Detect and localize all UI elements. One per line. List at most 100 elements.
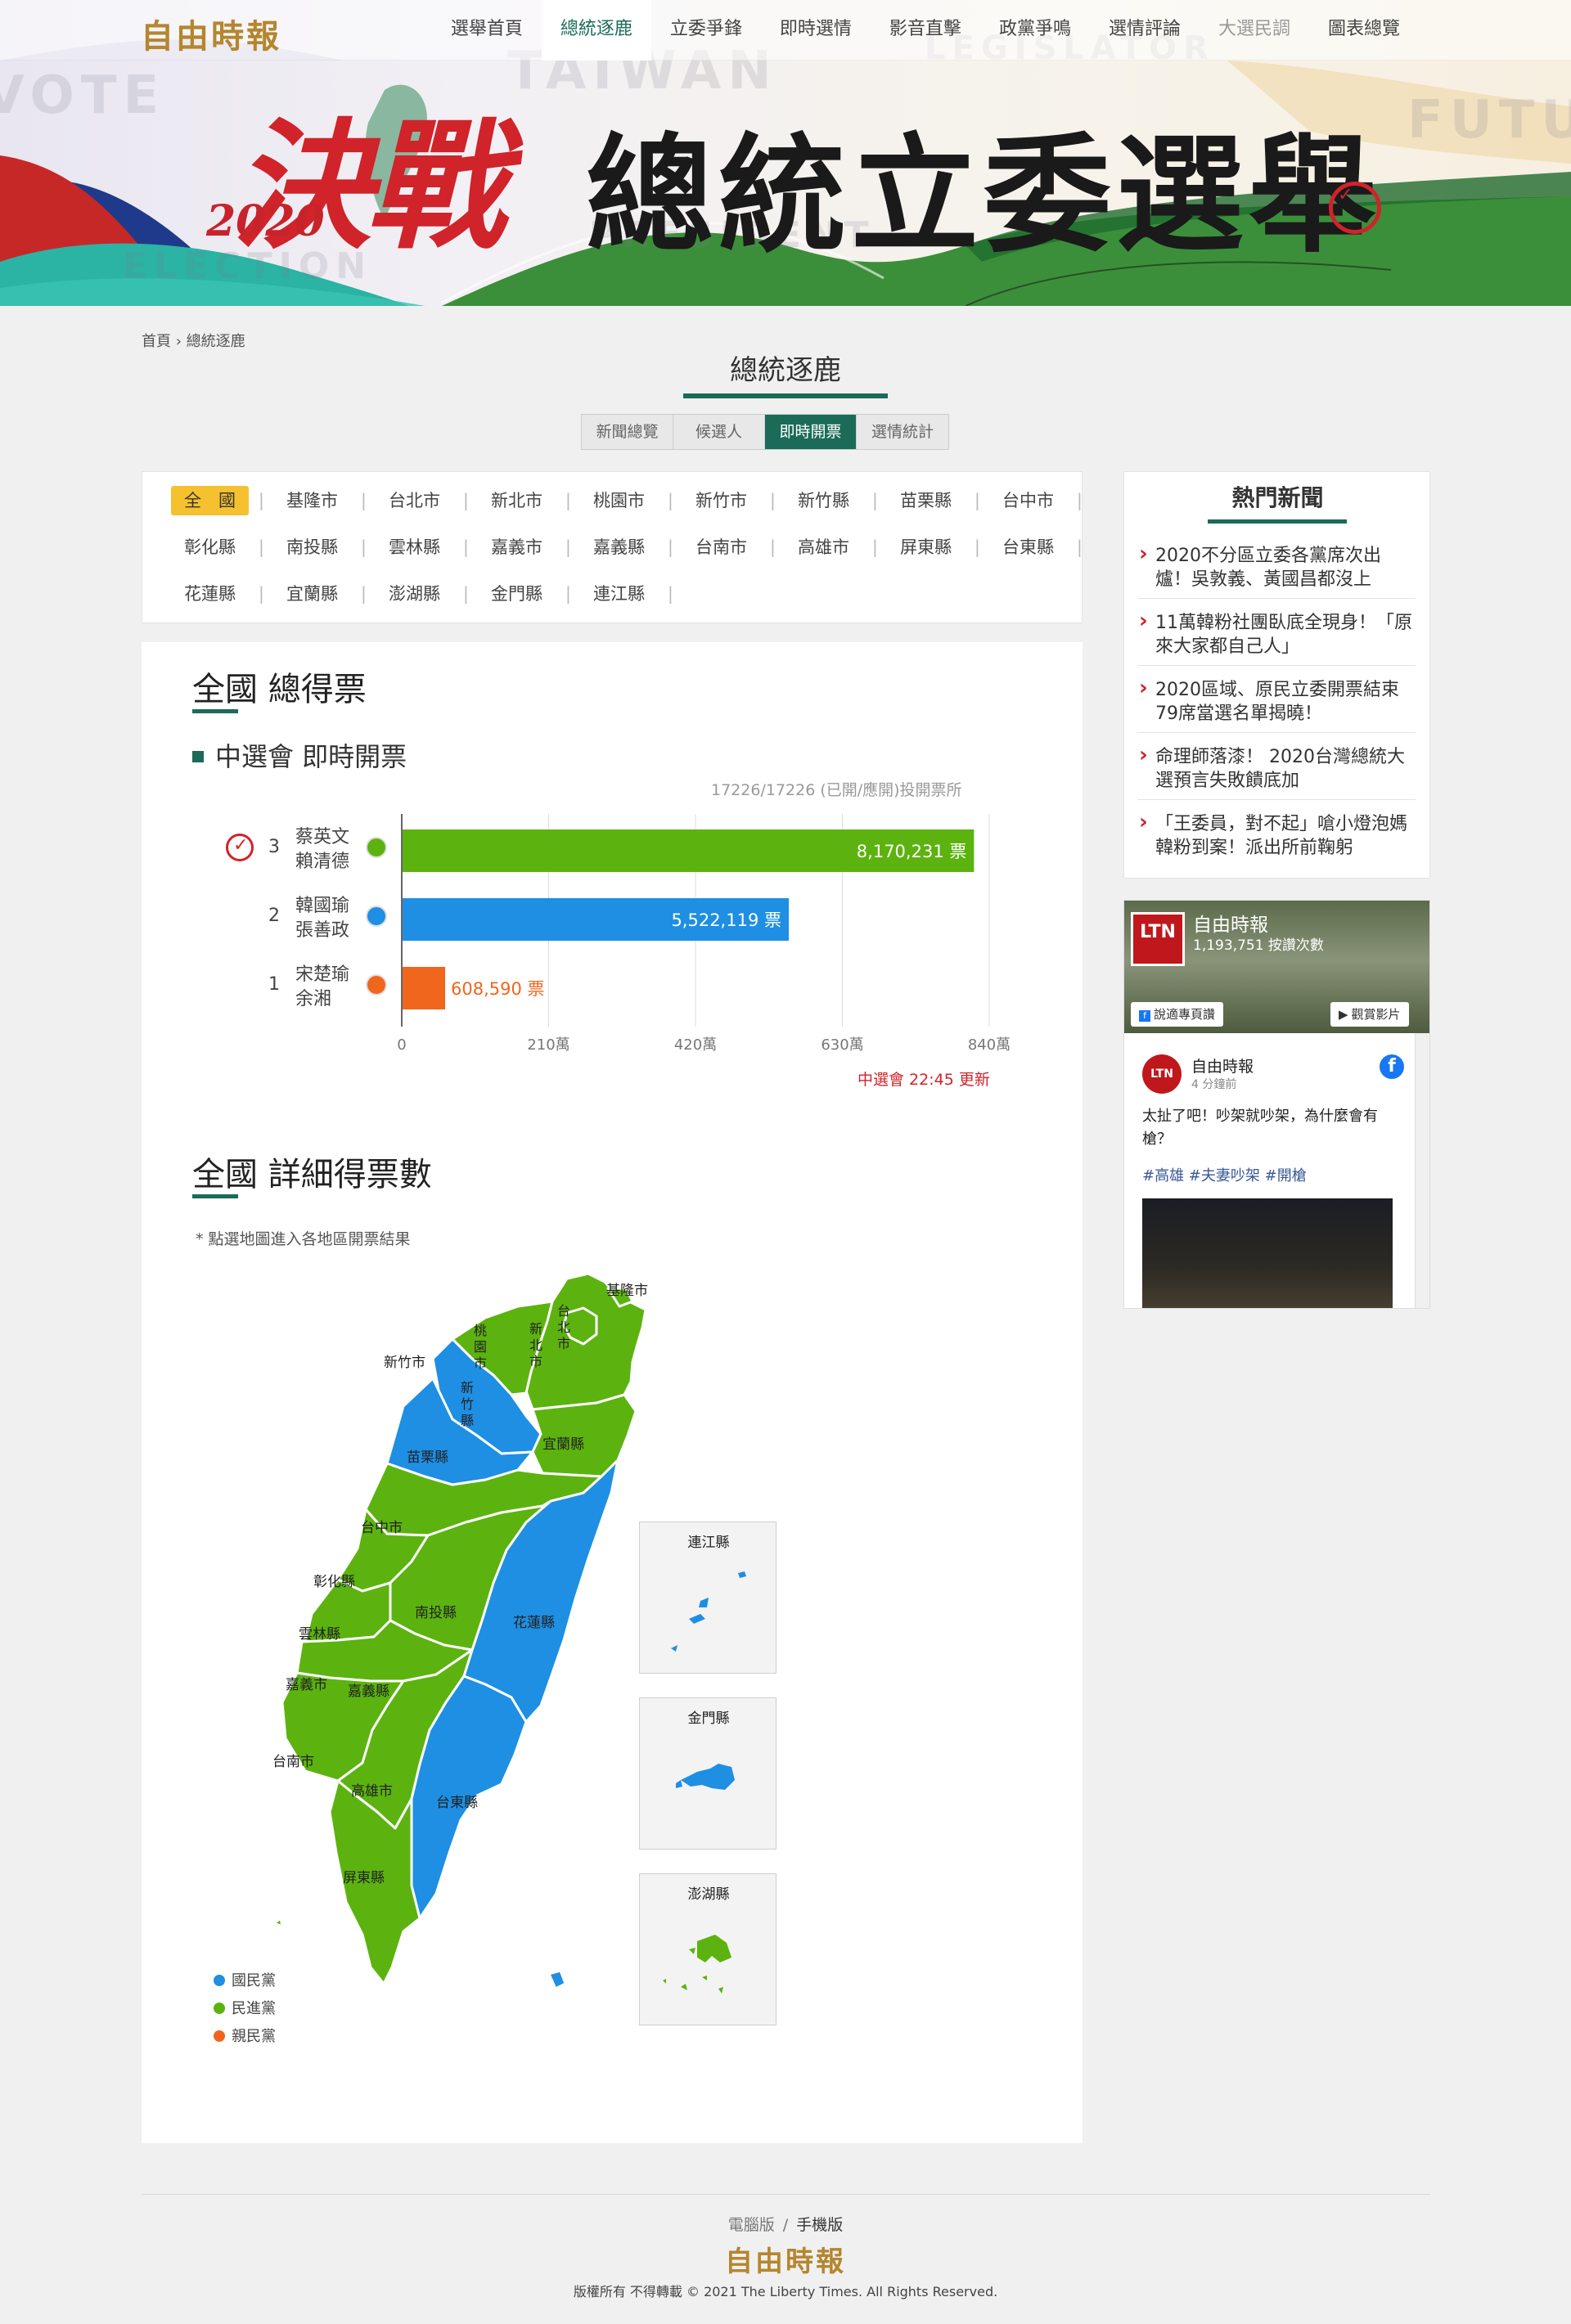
- nav-item[interactable]: 圖表總覽: [1309, 0, 1419, 61]
- map-label[interactable]: 屏東縣: [343, 1866, 385, 1886]
- map-label[interactable]: 宜蘭縣: [542, 1432, 584, 1453]
- fb-post: LTN 自由時報 4 分鐘前 f 太扯了吧！吵架就吵架，為什麼會有槍？ #高雄 …: [1142, 1046, 1404, 1308]
- hot-news-item[interactable]: 11萬韓粉社團臥底全現身！「原來大家都自己人」: [1137, 609, 1416, 666]
- map-label[interactable]: 嘉義縣: [348, 1679, 389, 1700]
- footer-logo[interactable]: 自由時報: [0, 2239, 1571, 2279]
- region-label: 全 國: [171, 486, 249, 515]
- map-label[interactable]: 台南市: [272, 1750, 314, 1770]
- map-label[interactable]: 彰化縣: [313, 1570, 355, 1590]
- site-logo[interactable]: 自由時報: [141, 10, 281, 57]
- region-label: 新竹市: [695, 491, 747, 510]
- map-label[interactable]: 台東縣: [436, 1791, 478, 1811]
- nav-item[interactable]: 影音直擊: [871, 0, 980, 61]
- map-island-lanyu[interactable]: [547, 1969, 567, 1990]
- hero-year: 2020: [206, 196, 325, 246]
- region-option[interactable]: 連江縣: [568, 575, 673, 613]
- hero-banner: VOTE TAIWAN LEGISLATOR FUTU PRESIDENT EL…: [0, 0, 1571, 306]
- nav-item[interactable]: 立委爭鋒: [651, 0, 761, 61]
- inset-penghu[interactable]: 澎湖縣: [639, 1873, 776, 2025]
- results-card: 全國 總得票 中選會 即時開票 17226/17226 (已開/應開)投開票所 …: [142, 642, 1083, 2143]
- region-label: 台中市: [1002, 491, 1054, 510]
- fb-post-text: 太扯了吧！吵架就吵架，為什麼會有槍？: [1142, 1108, 1378, 1148]
- region-label: 台南市: [695, 537, 747, 557]
- map-label[interactable]: 嘉義市: [286, 1673, 327, 1693]
- inset-kinmen[interactable]: 金門縣: [639, 1697, 776, 1850]
- region-option[interactable]: 彰化縣: [159, 528, 264, 566]
- map-label[interactable]: 苗栗縣: [407, 1445, 448, 1466]
- region-option[interactable]: 基隆市: [261, 482, 367, 519]
- vote-stamp-icon: [1329, 182, 1381, 234]
- fb-post-page-name[interactable]: 自由時報: [1191, 1054, 1254, 1077]
- map-label[interactable]: 基隆市: [606, 1279, 648, 1299]
- top-navbar: 自由時報 選舉首頁 總統逐鹿 立委爭鋒 即時選情 影音直擊 政黨爭鳴 選情評論 大選民調 圖表總…: [0, 0, 1571, 61]
- map-label[interactable]: 南投縣: [415, 1601, 457, 1621]
- region-label: 嘉義縣: [593, 537, 645, 557]
- region-row: 彰化縣 南投縣 雲林縣 嘉義市 嘉義縣 台南市 高雄市 屏東縣 台東縣: [159, 528, 1083, 566]
- hot-news-item[interactable]: 「王委員，對不起」嗆小燈泡媽韓粉到案！派出所前鞠躬: [1137, 811, 1416, 866]
- inset-lienchiang[interactable]: 連江縣: [639, 1522, 776, 1674]
- nav-item[interactable]: 選舉首頁: [432, 0, 542, 61]
- region-option[interactable]: 金門縣: [466, 575, 571, 613]
- fb-page-name[interactable]: 自由時報: [1193, 909, 1268, 937]
- facebook-icon[interactable]: f: [1380, 1054, 1404, 1079]
- region-option[interactable]: 全 國: [159, 482, 264, 519]
- tab-1[interactable]: 候選人: [673, 415, 765, 449]
- region-label: 基隆市: [286, 491, 338, 510]
- region-option[interactable]: 台南市: [670, 528, 776, 566]
- region-option[interactable]: 新竹市: [670, 482, 776, 519]
- region-option[interactable]: 雲林縣: [363, 528, 469, 566]
- region-option[interactable]: 屏東縣: [875, 528, 980, 566]
- region-label: 花蓮縣: [184, 584, 236, 604]
- region-option[interactable]: 花蓮縣: [159, 575, 264, 613]
- legend-label: 親民黨: [232, 2028, 276, 2045]
- desktop-version-link[interactable]: 電腦版: [728, 2216, 775, 2234]
- fb-scrollbar[interactable]: [1415, 1033, 1429, 1308]
- region-option[interactable]: 嘉義縣: [568, 528, 673, 566]
- nav-item[interactable]: 大選民調: [1200, 0, 1309, 61]
- tab-0[interactable]: 新聞總覽: [582, 415, 673, 449]
- region-option[interactable]: 台東縣: [977, 528, 1083, 566]
- nav-item[interactable]: 政黨爭鳴: [980, 0, 1090, 61]
- fb-watch-video-button[interactable]: ▶ 觀賞影片: [1330, 1002, 1409, 1027]
- map-island-liuqiu[interactable]: [272, 1917, 284, 1928]
- legend-item: 民進黨: [214, 1997, 276, 2018]
- region-option[interactable]: 新北市: [466, 482, 571, 519]
- tab-3[interactable]: 選情統計: [857, 415, 948, 449]
- map-label[interactable]: 台中市: [361, 1516, 403, 1536]
- hot-news-item[interactable]: 2020不分區立委各黨席次出爐！吳敦義、黃國昌都沒上: [1137, 542, 1416, 599]
- region-option[interactable]: 澎湖縣: [363, 575, 469, 613]
- map-label[interactable]: 新北市: [529, 1321, 546, 1370]
- region-option[interactable]: 台中市: [977, 482, 1083, 519]
- region-option[interactable]: 桃園市: [568, 482, 673, 519]
- region-option[interactable]: 新竹縣: [772, 482, 878, 519]
- map-label[interactable]: 雲林縣: [299, 1622, 340, 1643]
- region-option[interactable]: 宜蘭縣: [261, 575, 367, 613]
- map-label[interactable]: 高雄市: [351, 1779, 393, 1800]
- nav-item[interactable]: 總統逐鹿: [541, 0, 651, 61]
- region-option[interactable]: 高雄市: [772, 528, 878, 566]
- fb-post-tags[interactable]: #高雄 #夫妻吵架 #開槍: [1142, 1164, 1307, 1185]
- region-option[interactable]: 苗栗縣: [875, 482, 980, 519]
- fb-icon: f: [1139, 1010, 1150, 1022]
- region-option[interactable]: 嘉義市: [466, 528, 571, 566]
- region-option[interactable]: 台北市: [363, 482, 469, 519]
- region-option[interactable]: 南投縣: [261, 528, 367, 566]
- region-row: 全 國 基隆市 台北市 新北市 桃園市 新竹市 新竹縣 苗栗縣 台中市: [159, 482, 1083, 519]
- region-label: 澎湖縣: [389, 584, 440, 604]
- fb-post-photo[interactable]: [1142, 1198, 1393, 1308]
- map-label[interactable]: 新竹市: [384, 1351, 425, 1371]
- hot-news-item[interactable]: 命理師落漆！ 2020台灣總統大選預言失敗饋底加: [1137, 744, 1416, 800]
- map-label[interactable]: 桃園市: [474, 1323, 490, 1372]
- mobile-version-link[interactable]: 手機版: [796, 2216, 843, 2234]
- map-label[interactable]: 花蓮縣: [513, 1611, 555, 1631]
- fb-post-avatar[interactable]: LTN: [1142, 1054, 1182, 1094]
- fb-like-page-button[interactable]: f 說適專頁讚: [1131, 1002, 1224, 1027]
- tab-2[interactable]: 即時開票: [765, 415, 857, 449]
- map-label[interactable]: 台北市: [557, 1303, 574, 1352]
- fb-page-logo[interactable]: LTN: [1131, 912, 1185, 966]
- hot-news-item[interactable]: 2020區域、原民立委開票結束 79席當選名單揭曉！: [1137, 677, 1416, 733]
- nav-item[interactable]: 選情評論: [1090, 0, 1200, 61]
- region-label: 屏東縣: [900, 537, 952, 557]
- nav-item[interactable]: 即時選情: [761, 0, 871, 61]
- map-label[interactable]: 新竹縣: [461, 1380, 477, 1429]
